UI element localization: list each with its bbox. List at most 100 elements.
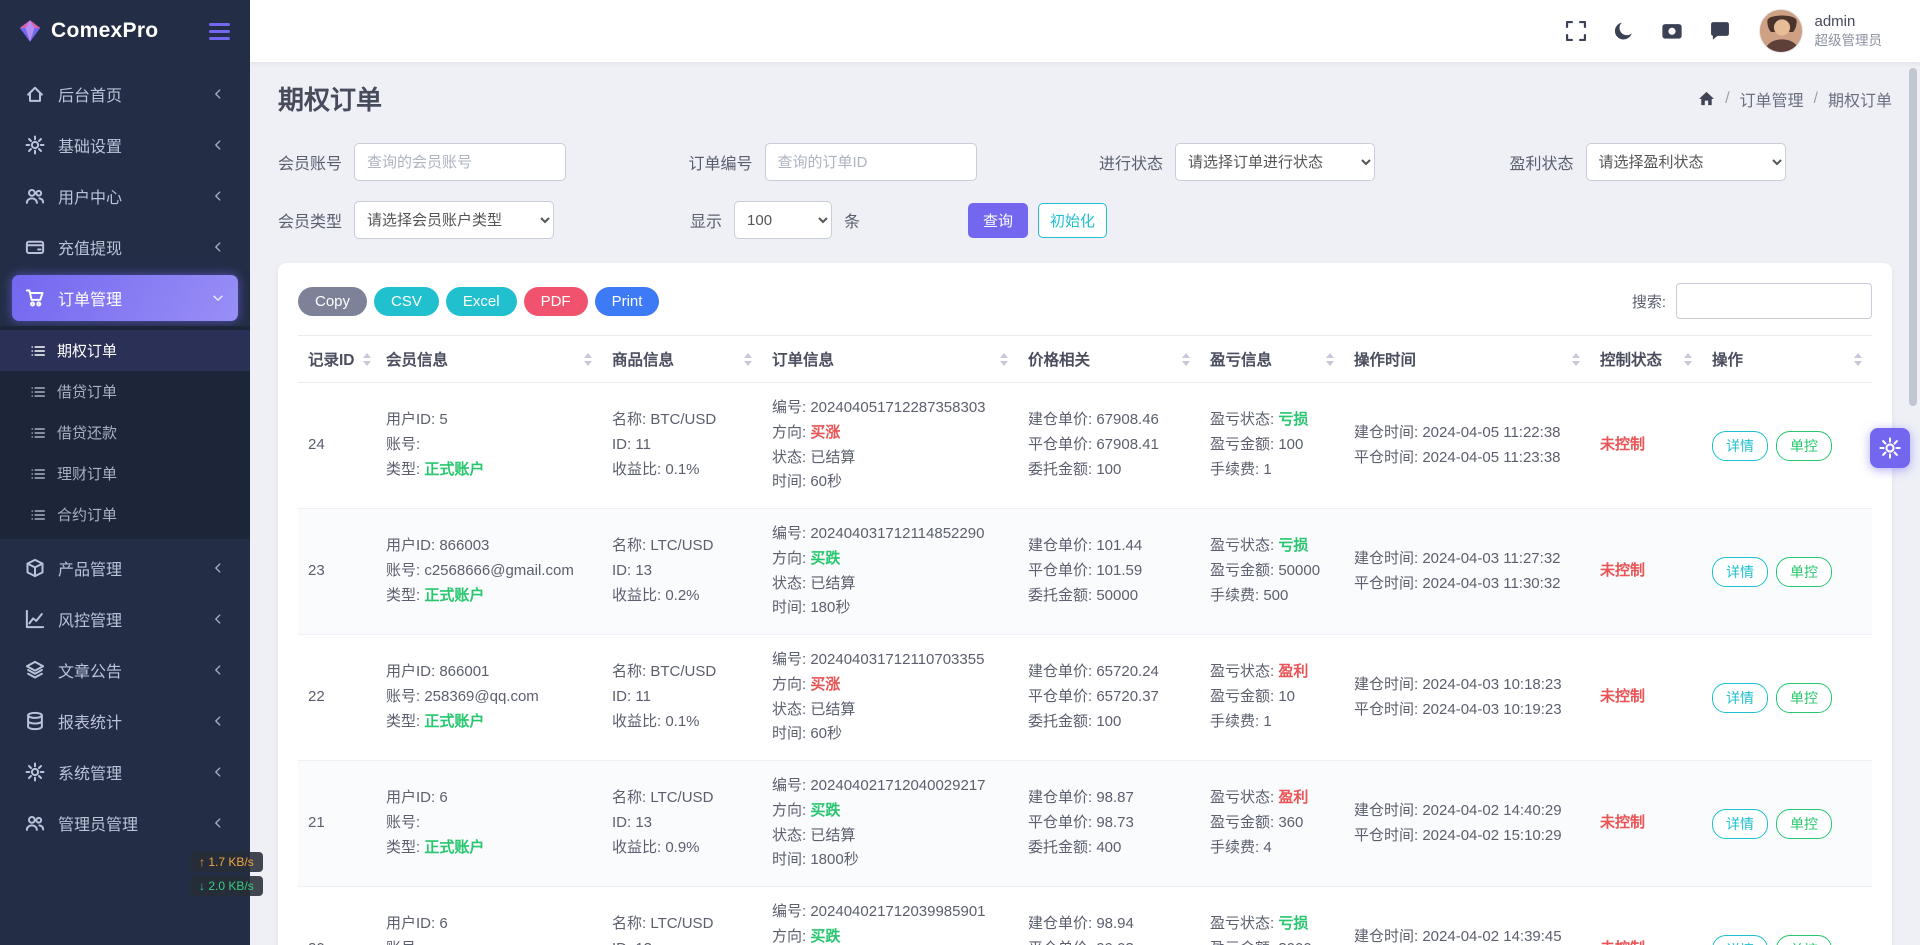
sidebar-item-6[interactable]: 风控管理 [12,596,238,642]
cell-control-status: 未控制 [1590,509,1702,635]
detail-button[interactable]: 详情 [1712,431,1768,461]
fullscreen-icon[interactable] [1565,20,1587,42]
sidebar-subitem-2[interactable]: 借贷还款 [0,412,250,453]
sidebar-subitem-1[interactable]: 借贷订单 [0,371,250,412]
single-control-button[interactable]: 单控 [1776,557,1832,587]
detail-button[interactable]: 详情 [1712,557,1768,587]
column-header-7[interactable]: 控制状态 [1590,336,1702,383]
sort-icon[interactable] [1000,353,1008,366]
column-header-6[interactable]: 操作时间 [1344,336,1590,383]
sort-icon[interactable] [363,353,371,366]
export-pdf-button[interactable]: PDF [524,287,588,316]
member-account-input[interactable] [354,143,566,181]
sort-icon[interactable] [744,353,752,366]
column-header-8[interactable]: 操作 [1702,336,1872,383]
sidebar-submenu: 期权订单借贷订单借贷还款理财订单合约订单 [0,326,250,539]
detail-button[interactable]: 详情 [1712,683,1768,713]
cell-control-status: 未控制 [1590,383,1702,509]
order-id-input[interactable] [765,143,977,181]
reset-button[interactable]: 初始化 [1038,203,1107,238]
export-csv-button[interactable]: CSV [374,287,439,316]
menu-toggle-icon[interactable] [207,15,232,48]
chevron-icon [211,561,225,575]
sidebar-item-9[interactable]: 系统管理 [12,749,238,795]
detail-button[interactable]: 详情 [1712,809,1768,839]
screenshot-icon[interactable] [1661,20,1683,42]
cell-order-info: 编号: 202404051712287358303方向: 买涨状态: 已结算时间… [762,383,1018,509]
member-type-select[interactable]: 请选择会员账户类型 [354,201,554,239]
export-excel-button[interactable]: Excel [446,287,517,316]
profit-status-select[interactable]: 请选择盈利状态 [1586,143,1786,181]
progress-status-select[interactable]: 请选择订单进行状态 [1175,143,1375,181]
sidebar-subitem-4[interactable]: 合约订单 [0,494,250,535]
cell-product-info: 名称: LTC/USDID: 13收益比: 0.8% [602,887,762,945]
sidebar-item-7[interactable]: 文章公告 [12,647,238,693]
export-print-button[interactable]: Print [595,287,660,316]
order-id-label: 订单编号 [689,150,753,174]
progress-status-label: 进行状态 [1099,150,1163,174]
column-header-label: 记录ID [308,348,355,370]
sidebar-item-3[interactable]: 充值提现 [12,224,238,270]
column-header-2[interactable]: 商品信息 [602,336,762,383]
sort-icon[interactable] [1854,353,1862,366]
order-id-filter: 订单编号 [689,143,1072,181]
sidebar-item-8[interactable]: 报表统计 [12,698,238,744]
gear-icon [25,762,45,782]
sort-icon[interactable] [1572,353,1580,366]
download-speed-badge: ↓ 2.0 KB/s [190,876,263,896]
single-control-button[interactable]: 单控 [1776,809,1832,839]
message-icon[interactable] [1709,20,1731,42]
sidebar-subitem-label: 理财订单 [57,463,117,484]
column-header-1[interactable]: 会员信息 [376,336,602,383]
cell-profit-info: 盈亏状态: 盈利盈亏金额: 360手续费: 4 [1200,761,1344,887]
sort-icon[interactable] [1182,353,1190,366]
table-search-input[interactable] [1676,283,1872,319]
export-copy-button[interactable]: Copy [298,287,367,316]
page-size-select[interactable]: 100 [734,201,832,239]
cell-member-info: 用户ID: 6账号: 类型: 正式账户 [376,887,602,945]
breadcrumb-item-parent[interactable]: 订单管理 [1740,87,1804,111]
sidebar-item-1[interactable]: 基础设置 [12,122,238,168]
page-scrollbar[interactable] [1909,68,1917,406]
home-icon[interactable] [1698,90,1715,107]
single-control-button[interactable]: 单控 [1776,431,1832,461]
column-header-3[interactable]: 订单信息 [762,336,1018,383]
sidebar-item-label: 订单管理 [58,286,211,310]
cell-profit-info: 盈亏状态: 盈利盈亏金额: 10手续费: 1 [1200,635,1344,761]
settings-float-button[interactable] [1870,428,1910,468]
sort-icon[interactable] [584,353,592,366]
cell-order-info: 编号: 202404021712039985901方向: 买跌状态: 已结算时间… [762,887,1018,945]
sidebar-item-label: 充值提现 [58,235,211,259]
table-header-row: 记录ID 会员信息商品信息 订单信息价格相关 盈亏信息操作时间控制状态操作 [298,336,1872,383]
column-header-label: 价格相关 [1028,348,1090,370]
dark-mode-icon[interactable] [1613,20,1635,42]
sidebar-item-4[interactable]: 订单管理 [12,275,238,321]
user-menu[interactable]: admin 超级管理员 [1815,12,1883,49]
sidebar-item-2[interactable]: 用户中心 [12,173,238,219]
users-icon [25,186,45,206]
gear-icon [1879,437,1901,459]
cell-record-id: 21 [298,761,376,887]
brand[interactable]: ComexPro [18,19,158,43]
avatar[interactable] [1759,9,1803,53]
single-control-button[interactable]: 单控 [1776,935,1832,945]
sidebar-subitem-label: 期权订单 [57,340,117,361]
column-header-5[interactable]: 盈亏信息 [1200,336,1344,383]
sidebar-item-label: 风控管理 [58,607,211,631]
sidebar-item-10[interactable]: 管理员管理 [12,800,238,846]
column-header-4[interactable]: 价格相关 [1018,336,1200,383]
single-control-button[interactable]: 单控 [1776,683,1832,713]
sidebar-item-0[interactable]: 后台首页 [12,71,238,117]
home-icon [25,84,45,104]
sort-icon[interactable] [1326,353,1334,366]
user-name: admin [1815,12,1883,32]
sidebar-subitem-3[interactable]: 理财订单 [0,453,250,494]
sidebar-item-5[interactable]: 产品管理 [12,545,238,591]
column-header-label: 商品信息 [612,348,674,370]
column-header-0[interactable]: 记录ID [298,336,376,383]
sort-icon[interactable] [1684,353,1692,366]
detail-button[interactable]: 详情 [1712,935,1768,945]
query-button[interactable]: 查询 [968,203,1028,238]
sidebar-subitem-0[interactable]: 期权订单 [0,330,250,371]
table-row: 20用户ID: 6账号: 类型: 正式账户名称: LTC/USDID: 13收益… [298,887,1872,945]
